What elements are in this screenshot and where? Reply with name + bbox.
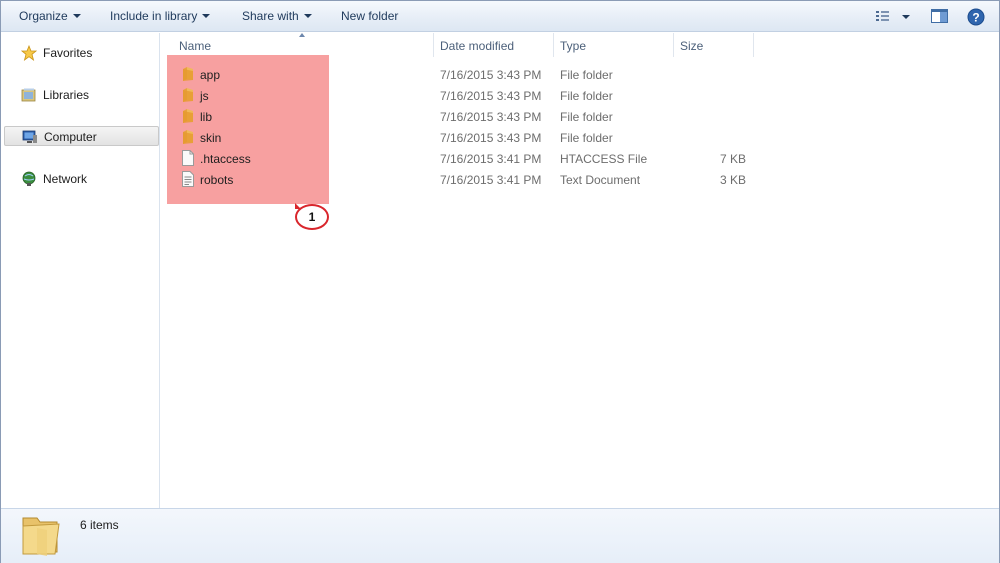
organize-label: Organize [19, 9, 68, 23]
nav-label: Network [43, 172, 88, 186]
column-header-date-modified[interactable]: Date modified [440, 39, 514, 53]
share-with-button[interactable]: Share with [242, 9, 312, 23]
svg-text:?: ? [972, 11, 979, 25]
file-icon [181, 150, 195, 166]
file-row[interactable]: js 7/16/2015 3:43 PM File folder [161, 85, 999, 106]
folder-icon [181, 87, 195, 103]
file-list-pane: Name Date modified Type Size app 7/16/20… [161, 33, 999, 508]
new-folder-label: New folder [341, 9, 399, 23]
file-date: 7/16/2015 3:43 PM [440, 68, 542, 82]
chevron-down-icon [202, 14, 211, 18]
new-folder-button[interactable]: New folder [341, 9, 398, 23]
organize-button[interactable]: Organize [19, 9, 81, 23]
file-date: 7/16/2015 3:43 PM [440, 110, 542, 124]
file-row[interactable]: robots 7/16/2015 3:41 PM Text Document 3… [161, 169, 999, 190]
file-size: 7 KB [719, 152, 746, 166]
preview-pane-icon[interactable] [931, 9, 949, 27]
file-type: File folder [560, 68, 613, 82]
file-type: File folder [560, 110, 613, 124]
column-divider[interactable] [433, 33, 434, 57]
nav-label: Favorites [43, 46, 93, 60]
navigation-pane: Favorites Libraries Computer Network [1, 33, 160, 508]
nav-label: Libraries [43, 88, 90, 102]
file-size: 3 KB [719, 173, 746, 187]
column-header-name[interactable]: Name [179, 39, 211, 53]
item-count: 6 items [80, 518, 119, 532]
file-row[interactable]: skin 7/16/2015 3:43 PM File folder [161, 127, 999, 148]
file-row[interactable]: lib 7/16/2015 3:43 PM File folder [161, 106, 999, 127]
column-divider[interactable] [553, 33, 554, 57]
chevron-down-icon [72, 14, 81, 18]
file-name: robots [200, 173, 234, 187]
file-row[interactable]: app 7/16/2015 3:43 PM File folder [161, 64, 999, 85]
file-name: .htaccess [200, 152, 251, 166]
file-name: app [200, 68, 221, 82]
sort-ascending-icon [299, 33, 305, 37]
folder-icon [181, 129, 195, 145]
file-type: HTACCESS File [560, 152, 648, 166]
star-icon [20, 44, 38, 61]
command-bar: Organize Include in library Share with N… [1, 1, 999, 32]
column-divider[interactable] [673, 33, 674, 57]
network-icon [21, 171, 37, 187]
nav-item-favorites[interactable]: Favorites [19, 43, 157, 63]
column-header-size[interactable]: Size [680, 39, 703, 53]
file-row[interactable]: .htaccess 7/16/2015 3:41 PM HTACCESS Fil… [161, 148, 999, 169]
file-date: 7/16/2015 3:41 PM [440, 173, 542, 187]
help-icon[interactable]: ? [967, 8, 985, 29]
file-date: 7/16/2015 3:43 PM [440, 89, 542, 103]
folder-icon [181, 108, 195, 124]
nav-label: Computer [44, 130, 97, 144]
column-divider[interactable] [753, 33, 754, 57]
file-name: skin [200, 131, 222, 145]
folder-icon [181, 66, 195, 82]
annotation-callout-number: 1 [295, 204, 329, 230]
computer-icon [22, 129, 38, 145]
libraries-icon [21, 87, 37, 103]
column-header-type[interactable]: Type [560, 39, 586, 53]
nav-item-libraries[interactable]: Libraries [19, 85, 157, 105]
details-pane: 6 items [1, 508, 999, 563]
views-icon[interactable] [875, 10, 913, 27]
share-with-label: Share with [242, 9, 299, 23]
file-date: 7/16/2015 3:41 PM [440, 152, 542, 166]
file-name: js [200, 89, 209, 103]
nav-item-computer[interactable]: Computer [4, 126, 159, 146]
file-name: lib [200, 110, 213, 124]
column-header-row: Name Date modified Type Size [161, 33, 999, 57]
text-file-icon [181, 171, 195, 187]
file-type: Text Document [560, 173, 641, 187]
chevron-down-icon [303, 14, 312, 18]
folder-icon [19, 512, 63, 561]
nav-item-network[interactable]: Network [19, 169, 157, 189]
include-in-library-button[interactable]: Include in library [110, 9, 211, 23]
file-date: 7/16/2015 3:43 PM [440, 131, 542, 145]
include-in-library-label: Include in library [110, 9, 198, 23]
explorer-window: Organize Include in library Share with N… [0, 0, 1000, 563]
file-type: File folder [560, 131, 613, 145]
file-type: File folder [560, 89, 613, 103]
